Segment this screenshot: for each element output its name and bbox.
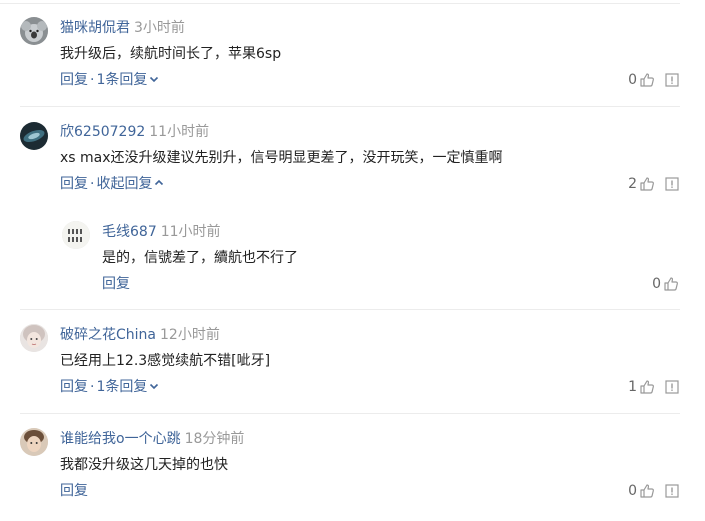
reply-button[interactable]: 回复	[60, 379, 88, 395]
reply-tools: 0	[652, 274, 679, 294]
comment-divider	[20, 106, 680, 107]
like-count: 0	[628, 483, 637, 499]
timestamp: 11小时前	[149, 124, 210, 140]
expand-replies-button[interactable]: 1条回复	[96, 72, 160, 88]
separator: ·	[90, 379, 95, 395]
chevron-up-icon	[155, 179, 164, 186]
username-link[interactable]: 猫咪胡侃君	[60, 20, 130, 36]
avatar[interactable]	[20, 428, 48, 456]
comment-meta: 谁能给我o一个心跳 18分钟前	[60, 430, 244, 448]
collapse-replies-label: 收起回复	[96, 176, 153, 192]
expand-replies-button[interactable]: 1条回复	[96, 379, 160, 395]
report-icon[interactable]	[665, 177, 679, 191]
comment-text: 我都没升级这几天掉的也快	[60, 457, 228, 473]
expand-replies-label: 1条回复	[96, 72, 148, 88]
avatar-calligraphy-image	[62, 221, 90, 249]
like-count: 0	[652, 276, 661, 292]
avatar-person-image	[20, 428, 48, 456]
comment-meta: 欣62507292 11小时前	[60, 123, 209, 141]
username-link[interactable]: 谁能给我o一个心跳	[60, 431, 181, 447]
collapse-replies-button[interactable]: 收起回复	[96, 176, 165, 192]
comment-tools: 2	[628, 174, 679, 194]
reply-button[interactable]: 回复	[60, 483, 88, 499]
avatar-girl-image	[20, 324, 48, 352]
avatar[interactable]	[20, 17, 48, 45]
comment-actions: 回复	[60, 481, 88, 501]
timestamp: 11小时前	[160, 224, 221, 240]
report-icon[interactable]	[665, 380, 679, 394]
comment-text: xs max还没升级建议先别升，信号明显更差了，没开玩笑，一定慎重啊	[60, 150, 503, 166]
separator: ·	[90, 72, 95, 88]
reply-actions: 回复	[102, 274, 130, 294]
reply-button[interactable]: 回复	[60, 72, 88, 88]
thumbs-up-icon[interactable]	[639, 483, 655, 499]
chevron-down-icon	[150, 383, 159, 390]
expand-replies-label: 1条回复	[96, 379, 148, 395]
reply-button[interactable]: 回复	[60, 176, 88, 192]
comment-text: 我升级后，续航时间长了，苹果6sp	[60, 46, 282, 62]
comment-meta: 破碎之花China 12小时前	[60, 326, 220, 344]
chevron-down-icon	[150, 76, 159, 83]
timestamp: 18分钟前	[184, 431, 245, 447]
reply-text: 是的，信號差了，續航也不行了	[102, 250, 298, 266]
comment-divider	[20, 309, 680, 310]
like-count: 2	[628, 176, 637, 192]
timestamp: 12小时前	[160, 327, 220, 343]
username-link[interactable]: 毛线687	[102, 224, 157, 240]
avatar[interactable]	[20, 324, 48, 352]
timestamp: 3小时前	[134, 20, 185, 36]
comment-text: 已经用上12.3感觉续航不错[呲牙]	[60, 353, 271, 369]
comment-actions: 回复 · 1条回复	[60, 70, 160, 90]
thumbs-up-icon[interactable]	[639, 72, 655, 88]
report-icon[interactable]	[665, 484, 679, 498]
comment-tools: 1	[628, 377, 679, 397]
comment-actions: 回复 · 收起回复	[60, 174, 165, 194]
separator: ·	[90, 176, 95, 192]
avatar-koala-image	[20, 17, 48, 45]
top-divider	[0, 3, 680, 4]
thumbs-up-icon[interactable]	[639, 176, 655, 192]
username-link[interactable]: 欣62507292	[60, 124, 145, 140]
comment-actions: 回复 · 1条回复	[60, 377, 160, 397]
username-link[interactable]: 破碎之花China	[60, 327, 156, 343]
reply-meta: 毛线687 11小时前	[102, 223, 221, 241]
avatar[interactable]	[62, 221, 90, 249]
avatar[interactable]	[20, 122, 48, 150]
like-count: 1	[628, 379, 637, 395]
comment-tools: 0	[628, 481, 679, 501]
like-count: 0	[628, 72, 637, 88]
report-icon[interactable]	[665, 73, 679, 87]
comment-tools: 0	[628, 70, 679, 90]
thumbs-up-icon[interactable]	[639, 379, 655, 395]
avatar-dark-image	[20, 122, 48, 150]
comment-divider	[20, 413, 680, 414]
comment-meta: 猫咪胡侃君 3小时前	[60, 19, 185, 37]
thumbs-up-icon[interactable]	[663, 276, 679, 292]
reply-button[interactable]: 回复	[102, 276, 130, 292]
